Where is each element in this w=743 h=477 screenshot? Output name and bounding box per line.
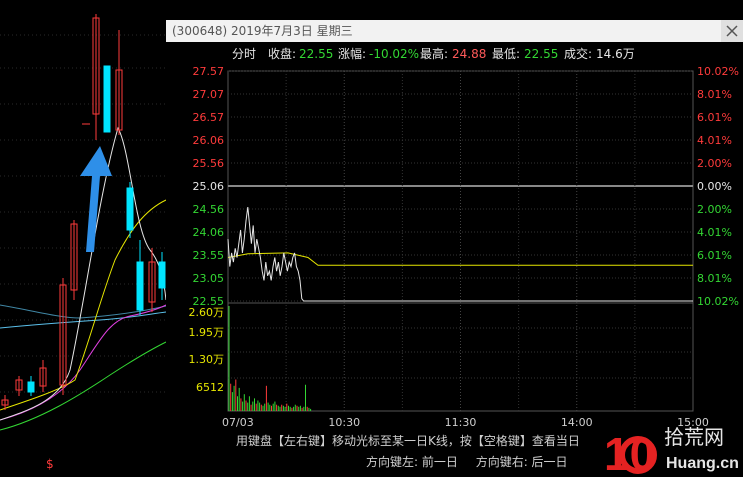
- price-axis-label: 26.57: [193, 111, 225, 124]
- volume-axis-label: 1.30万: [189, 353, 225, 366]
- price-axis-label: 27.57: [193, 65, 225, 78]
- keyboard-hint: 用键盘【左右键】移动光标至某一日K线，按【空格键】查看当日: [236, 434, 580, 448]
- site-logo: 10 拾荒网 Huang.cn: [604, 425, 739, 477]
- percent-axis-label: 2.00%: [697, 203, 732, 216]
- time-axis-label: 07/03: [222, 416, 254, 429]
- percent-axis-label: 4.01%: [697, 226, 732, 239]
- time-axis-label: 14:00: [561, 416, 593, 429]
- volume-axis-label: 2.60万: [189, 306, 225, 319]
- percent-axis-label: 8.01%: [697, 88, 732, 101]
- volume-axis-label: 6512: [196, 381, 224, 394]
- price-axis-label: 24.06: [193, 226, 225, 239]
- percent-axis-label: 2.00%: [697, 157, 732, 170]
- price-axis-label: 24.56: [193, 203, 225, 216]
- price-axis-label: 25.06: [193, 180, 225, 193]
- percent-axis-label: 6.01%: [697, 111, 732, 124]
- price-axis-label: 27.07: [193, 88, 225, 101]
- percent-axis-label: 4.01%: [697, 134, 732, 147]
- hint-prev-day: 方向键左: 前一日: [366, 455, 458, 469]
- volume-axis-label: 1.95万: [189, 326, 225, 339]
- percent-axis-label: 8.01%: [697, 272, 732, 285]
- hint-next-day: 方向键右: 后一日: [475, 455, 568, 469]
- intraday-popup-window: (300648) 2019年7月3日 星期三 分时 收盘: 22.55 涨幅: …: [166, 20, 743, 477]
- svg-text:Huang.cn: Huang.cn: [666, 455, 739, 472]
- price-axis-label: 25.56: [193, 157, 225, 170]
- price-axis-label: 23.55: [193, 249, 225, 262]
- svg-text:拾荒网: 拾荒网: [664, 425, 724, 449]
- intraday-chart[interactable]: 27.57 27.07 26.57 26.06 25.56 25.06 24.56 24.06…: [166, 20, 743, 477]
- percent-axis-label: 6.01%: [697, 249, 732, 262]
- price-axis-label: 23.05: [193, 272, 225, 285]
- percent-axis-label: 0.00%: [697, 180, 732, 193]
- percent-axis-label: 10.02%: [697, 65, 739, 78]
- percent-axis-label: 10.02%: [697, 295, 739, 308]
- price-axis-label: 26.06: [193, 134, 225, 147]
- arrow-key-hints: 方向键左: 前一日 方向键右: 后一日: [366, 453, 582, 470]
- time-axis-label: 10:30: [328, 416, 360, 429]
- time-axis-label: 11:30: [445, 416, 477, 429]
- event-marker: $: [46, 457, 54, 471]
